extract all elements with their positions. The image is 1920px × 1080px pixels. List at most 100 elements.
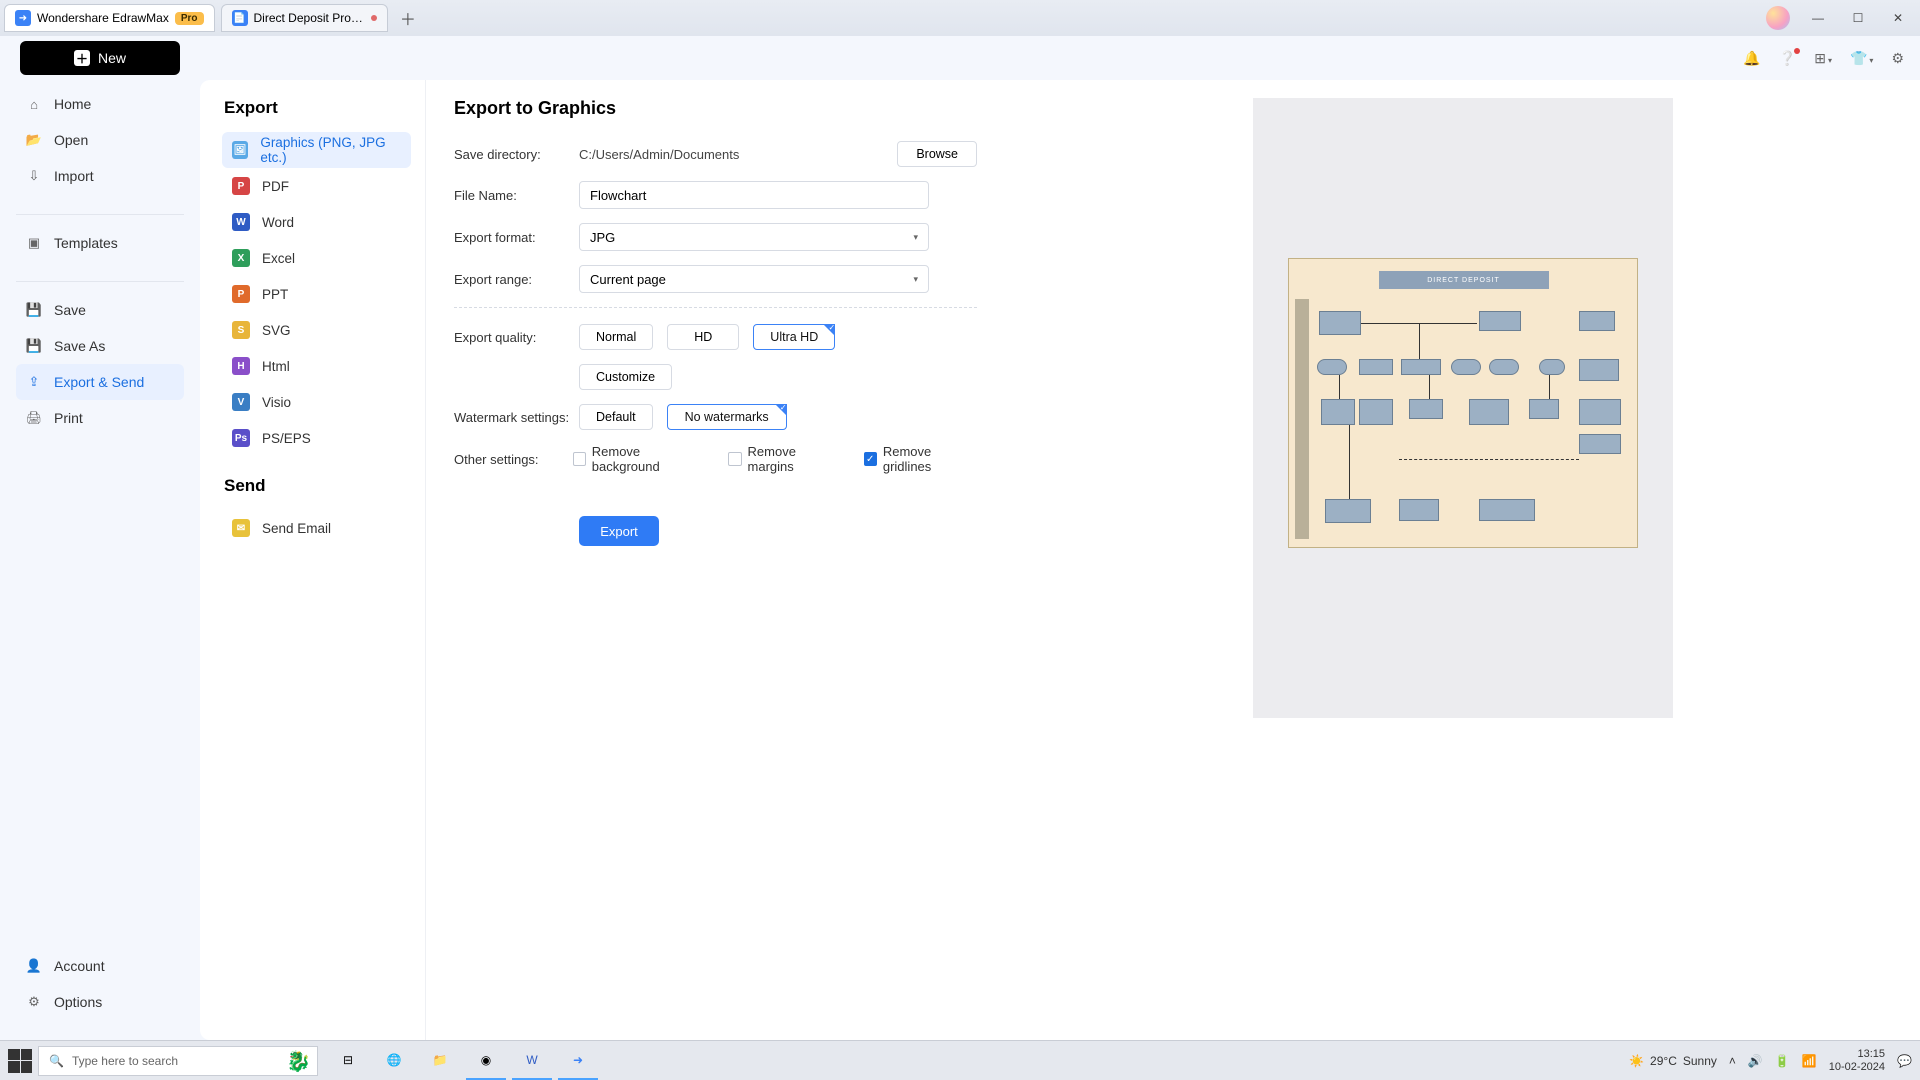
nav-item-saveas[interactable]: 💾 Save As bbox=[16, 328, 184, 364]
pdf-file-icon: P bbox=[232, 177, 250, 195]
explorer-icon[interactable]: 📁 bbox=[420, 1042, 460, 1080]
export-item-label: Excel bbox=[262, 251, 295, 266]
app-icon: ➜ bbox=[15, 10, 31, 26]
export-settings-panel: Export to Graphics Save directory: C:/Us… bbox=[425, 80, 1005, 1040]
tray-chevron-icon[interactable]: ˄ bbox=[1729, 1054, 1736, 1068]
tab-app[interactable]: ➜ Wondershare EdrawMax Pro bbox=[4, 4, 215, 32]
export-button[interactable]: Export bbox=[579, 516, 659, 546]
export-item-label: PDF bbox=[262, 179, 289, 194]
export-item-label: PS/EPS bbox=[262, 431, 311, 446]
watermark-option-default[interactable]: Default bbox=[579, 404, 653, 430]
home-icon: ⌂ bbox=[26, 96, 42, 112]
checkbox-margins[interactable]: Remove margins bbox=[728, 444, 839, 474]
export-item-label: Graphics (PNG, JPG etc.) bbox=[260, 135, 401, 165]
nav-label: Export & Send bbox=[54, 374, 144, 390]
nav-item-templates[interactable]: ▣Templates bbox=[16, 225, 184, 261]
nav-label: Open bbox=[54, 132, 88, 148]
export-item-label: SVG bbox=[262, 323, 291, 338]
edrawmax-icon[interactable]: ➜ bbox=[558, 1042, 598, 1080]
taskbar-search[interactable]: 🔍 Type here to search 🐉 bbox=[38, 1046, 318, 1076]
titlebar: ➜ Wondershare EdrawMax Pro 📄 Direct Depo… bbox=[0, 0, 1920, 36]
nav-item-options[interactable]: ⚙Options bbox=[16, 984, 184, 1020]
range-label: Export range: bbox=[454, 272, 579, 287]
start-button[interactable] bbox=[8, 1049, 32, 1073]
battery-icon[interactable]: 🔋 bbox=[1775, 1054, 1790, 1068]
quality-option-normal[interactable]: Normal bbox=[579, 324, 653, 350]
export-item-svg[interactable]: S SVG bbox=[222, 312, 411, 348]
new-tab-button[interactable]: ＋ bbox=[394, 4, 422, 32]
nav-item-exportsend[interactable]: ⇪Export & Send bbox=[16, 364, 184, 400]
checkbox-box-icon bbox=[728, 452, 741, 466]
export-item-pdf[interactable]: P PDF bbox=[222, 168, 411, 204]
search-placeholder: Type here to search bbox=[72, 1054, 178, 1068]
apps-icon[interactable]: ⊞▾ bbox=[1814, 50, 1832, 67]
help-icon[interactable]: ❔ bbox=[1779, 50, 1796, 67]
nav-label: Options bbox=[54, 994, 102, 1010]
nav-item-import[interactable]: ⇩Import bbox=[16, 158, 184, 194]
checkbox-bg[interactable]: Remove background bbox=[573, 444, 705, 474]
save-icon: 💾 bbox=[26, 302, 42, 318]
word-icon[interactable]: W bbox=[512, 1042, 552, 1080]
wifi-icon[interactable]: 📶 bbox=[1802, 1054, 1817, 1068]
nav-item-print[interactable]: 🖨Print bbox=[16, 400, 184, 436]
new-button[interactable]: ＋ New bbox=[20, 41, 180, 75]
task-view-icon[interactable]: ⊟ bbox=[328, 1042, 368, 1080]
volume-icon[interactable]: 🔊 bbox=[1748, 1054, 1763, 1068]
user-avatar-icon[interactable] bbox=[1766, 6, 1790, 30]
export-item-word[interactable]: WWord bbox=[222, 204, 411, 240]
send-item-email[interactable]: ✉Send Email bbox=[222, 510, 411, 546]
nav-label: Print bbox=[54, 410, 83, 426]
nav-label: Save bbox=[54, 302, 86, 318]
edge-icon[interactable]: 🌐 bbox=[374, 1042, 414, 1080]
sun-icon: ☀️ bbox=[1629, 1054, 1644, 1068]
taskbar-clock[interactable]: 13:15 10-02-2024 bbox=[1829, 1048, 1885, 1072]
customize-button[interactable]: Customize bbox=[579, 364, 672, 390]
notifications-tray-icon[interactable]: 💬 bbox=[1897, 1054, 1912, 1068]
export-item-label: Word bbox=[262, 215, 294, 230]
saveas-icon: 💾 bbox=[26, 338, 42, 354]
export-item-visio[interactable]: VVisio bbox=[222, 384, 411, 420]
tab-document[interactable]: 📄 Direct Deposit Pro… bbox=[221, 4, 388, 32]
svg-file-icon: S bbox=[232, 321, 250, 339]
window-minimize-button[interactable]: — bbox=[1800, 4, 1836, 32]
toolbox-icon[interactable]: 👕▾ bbox=[1850, 50, 1873, 67]
watermark-option-no-watermarks[interactable]: No watermarks bbox=[667, 404, 787, 430]
notifications-icon[interactable]: 🔔 bbox=[1743, 50, 1760, 67]
other-label: Other settings: bbox=[454, 452, 573, 467]
plus-icon: ＋ bbox=[74, 50, 90, 66]
export-item-html[interactable]: HHtml bbox=[222, 348, 411, 384]
checkbox-gridlines[interactable]: ✓Remove gridlines bbox=[864, 444, 977, 474]
clock-date: 10-02-2024 bbox=[1829, 1061, 1885, 1073]
tab-document-label: Direct Deposit Pro… bbox=[254, 11, 363, 25]
export-item-graphics[interactable]: 🖼Graphics (PNG, JPG etc.) bbox=[222, 132, 411, 168]
browse-button[interactable]: Browse bbox=[897, 141, 977, 167]
pro-badge: Pro bbox=[175, 12, 204, 25]
window-close-button[interactable]: ✕ bbox=[1880, 4, 1916, 32]
top-row: ＋ New 🔔 ❔ ⊞▾ 👕▾ ⚙ bbox=[0, 36, 1920, 80]
document-icon: 📄 bbox=[232, 10, 248, 26]
nav-item-account[interactable]: 👤Account bbox=[16, 948, 184, 984]
checkbox-box-icon bbox=[573, 452, 586, 466]
settings-gear-icon[interactable]: ⚙ bbox=[1891, 50, 1904, 67]
chevron-down-icon: ▾ bbox=[913, 232, 918, 243]
settings-heading: Export to Graphics bbox=[454, 98, 977, 119]
new-button-label: New bbox=[98, 50, 126, 66]
send-heading: Send bbox=[222, 476, 425, 496]
nav-label: Save As bbox=[54, 338, 105, 354]
nav-item-save[interactable]: 💾 Save bbox=[16, 292, 184, 328]
window-maximize-button[interactable]: ☐ bbox=[1840, 4, 1876, 32]
weather-widget[interactable]: ☀️ 29°C Sunny bbox=[1629, 1054, 1717, 1068]
nav-item-open[interactable]: 📂Open bbox=[16, 122, 184, 158]
export-item-ppt[interactable]: PPPT bbox=[222, 276, 411, 312]
export-item-excel[interactable]: XExcel bbox=[222, 240, 411, 276]
format-select[interactable]: JPG ▾ bbox=[579, 223, 929, 251]
file-name-input[interactable] bbox=[579, 181, 929, 209]
export-item-pseps[interactable]: PsPS/EPS bbox=[222, 420, 411, 456]
quality-option-ultra-hd[interactable]: Ultra HD bbox=[753, 324, 835, 350]
range-value: Current page bbox=[590, 272, 666, 287]
nav-item-home[interactable]: ⌂Home bbox=[16, 86, 184, 122]
nav-label: Account bbox=[54, 958, 105, 974]
quality-option-hd[interactable]: HD bbox=[667, 324, 739, 350]
range-select[interactable]: Current page ▾ bbox=[579, 265, 929, 293]
chrome-icon[interactable]: ◉ bbox=[466, 1042, 506, 1080]
